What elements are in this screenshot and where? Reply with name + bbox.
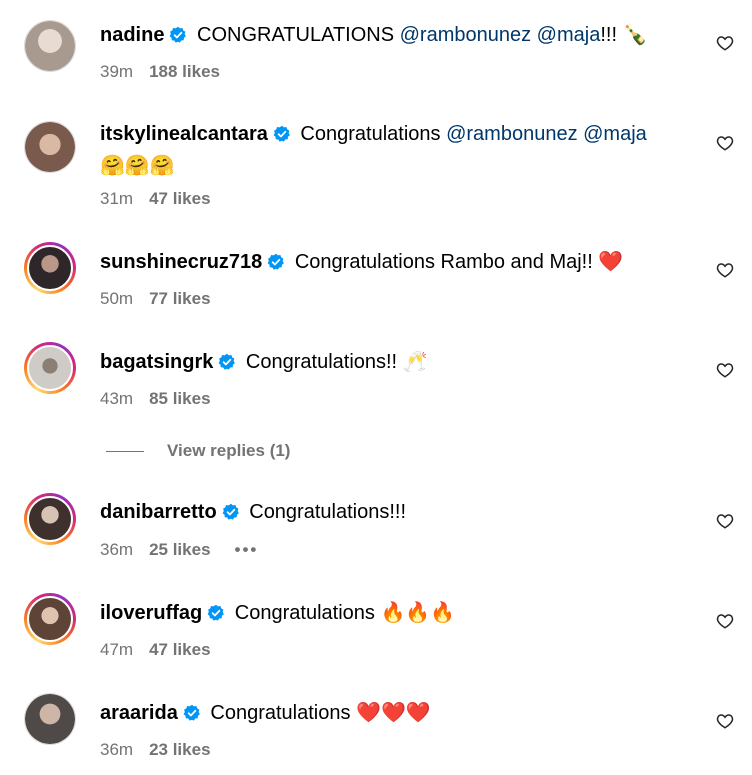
emoji: 🤗🤗🤗 <box>100 153 175 177</box>
view-replies-label: View replies (1) <box>167 441 291 460</box>
verified-badge-icon <box>273 125 290 142</box>
emoji: 🍾 <box>622 22 648 46</box>
likes-count[interactable]: 23 likes <box>149 740 210 759</box>
timestamp[interactable]: 50m <box>100 289 133 308</box>
view-replies-button[interactable]: View replies (1) <box>106 440 290 462</box>
likes-count[interactable]: 25 likes <box>149 540 210 559</box>
comment-suffix: !!! <box>600 24 623 46</box>
comment-text: itskylinealcantara Congratulations @ramb… <box>100 119 684 182</box>
username[interactable]: bagatsingrk <box>100 351 213 373</box>
username[interactable]: sunshinecruz718 <box>100 251 262 273</box>
mention-link[interactable]: @maja <box>537 24 601 46</box>
comment-body: Congratulations <box>229 602 381 624</box>
likes-count[interactable]: 77 likes <box>149 289 210 308</box>
username[interactable]: araarida <box>100 702 178 724</box>
username[interactable]: iloveruffag <box>100 602 202 624</box>
timestamp[interactable]: 47m <box>100 640 133 659</box>
verified-badge-icon <box>183 704 200 721</box>
heart-icon[interactable] <box>716 512 734 530</box>
avatar[interactable] <box>24 593 76 645</box>
timestamp[interactable]: 36m <box>100 740 133 759</box>
heart-icon[interactable] <box>716 712 734 730</box>
avatar[interactable] <box>24 242 76 294</box>
comment-body: Congratulations!!! <box>243 501 407 523</box>
avatar-image <box>25 21 75 71</box>
comment-body: CONGRATULATIONS <box>191 24 400 46</box>
comment-meta: 36m 25 likes ••• <box>100 539 258 561</box>
comment-text: bagatsingrk Congratulations!! 🥂 <box>100 346 684 378</box>
comment-body: Congratulations Rambo and Maj!! <box>289 251 599 273</box>
username[interactable]: nadine <box>100 24 164 46</box>
timestamp[interactable]: 39m <box>100 62 133 81</box>
comment-meta: 43m 85 likes <box>100 388 211 410</box>
comment-text: iloveruffag Congratulations 🔥🔥🔥 <box>100 597 684 629</box>
comment-meta: 50m 77 likes <box>100 288 211 310</box>
comment-meta: 47m 47 likes <box>100 639 211 661</box>
likes-count[interactable]: 47 likes <box>149 640 210 659</box>
avatar-image <box>27 596 73 642</box>
emoji: ❤️❤️❤️ <box>356 700 431 724</box>
heart-icon[interactable] <box>716 361 734 379</box>
verified-badge-icon <box>218 353 236 370</box>
comment-text: nadine CONGRATULATIONS @rambonunez @maja… <box>100 19 684 51</box>
mention-link[interactable]: @rambonunez <box>400 24 531 46</box>
heart-icon[interactable] <box>716 261 734 279</box>
mention-link[interactable]: @rambonunez <box>446 123 577 145</box>
verified-badge-icon <box>267 253 285 270</box>
avatar[interactable] <box>24 693 76 745</box>
avatar[interactable] <box>24 493 76 545</box>
heart-icon[interactable] <box>716 612 734 630</box>
comment-meta: 31m 47 likes <box>100 188 211 210</box>
comment-text: sunshinecruz718 Congratulations Rambo an… <box>100 246 684 278</box>
avatar-image <box>25 694 75 744</box>
comment-body: Congratulations <box>294 123 447 145</box>
username[interactable]: itskylinealcantara <box>100 123 268 145</box>
verified-badge-icon <box>207 604 225 621</box>
timestamp[interactable]: 43m <box>100 389 133 408</box>
emoji: 🔥🔥🔥 <box>380 600 456 624</box>
emoji: ❤️ <box>598 249 624 273</box>
more-options-icon[interactable]: ••• <box>235 540 259 559</box>
username[interactable]: danibarretto <box>100 501 217 523</box>
timestamp[interactable]: 31m <box>100 189 133 208</box>
avatar-image <box>27 345 73 391</box>
likes-count[interactable]: 47 likes <box>149 189 210 208</box>
comment-meta: 39m 188 likes <box>100 61 220 83</box>
avatar-image <box>27 245 73 291</box>
heart-icon[interactable] <box>716 34 734 52</box>
verified-badge-icon <box>222 503 239 520</box>
replies-divider <box>106 450 144 452</box>
mention-link[interactable]: @maja <box>583 123 647 145</box>
comment-body: Congratulations!! <box>240 351 403 373</box>
avatar[interactable] <box>24 20 76 72</box>
comment-text: araarida Congratulations ❤️❤️❤️ <box>100 697 684 729</box>
comment-text: danibarretto Congratulations!!! <box>100 497 684 528</box>
comment-body: Congratulations <box>204 702 357 724</box>
emoji: 🥂 <box>402 349 428 373</box>
avatar[interactable] <box>24 121 76 173</box>
likes-count[interactable]: 188 likes <box>149 62 220 81</box>
likes-count[interactable]: 85 likes <box>149 389 210 408</box>
comment-meta: 36m 23 likes <box>100 739 211 761</box>
heart-icon[interactable] <box>716 134 734 152</box>
timestamp[interactable]: 36m <box>100 540 133 559</box>
avatar-image <box>25 122 75 172</box>
avatar[interactable] <box>24 342 76 394</box>
avatar-image <box>27 496 73 542</box>
verified-badge-icon <box>170 26 187 43</box>
